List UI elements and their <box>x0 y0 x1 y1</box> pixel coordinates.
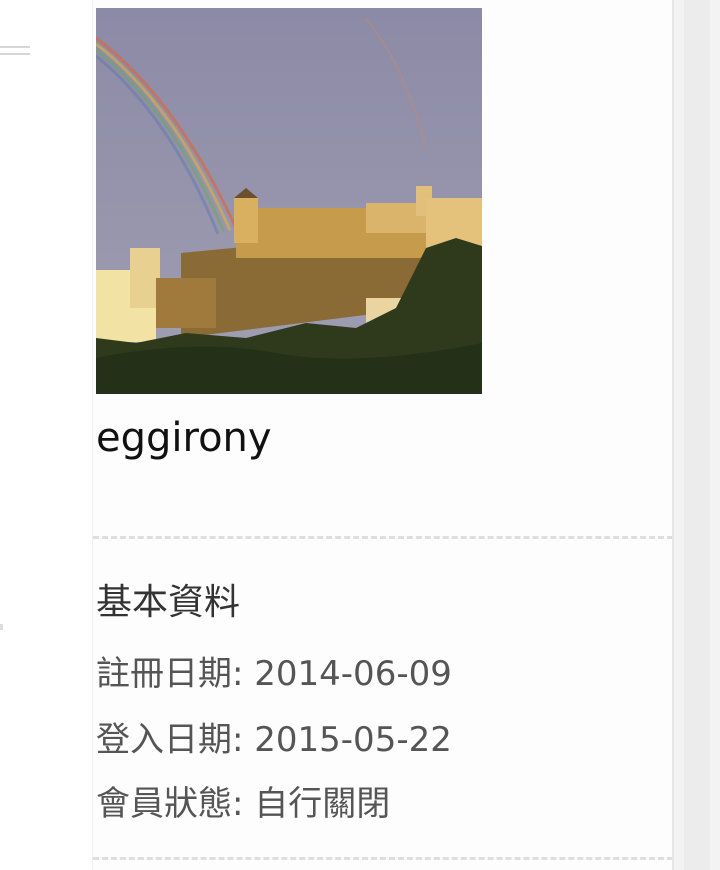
right-gutter <box>672 0 720 870</box>
edge-mark <box>0 624 3 630</box>
info-label: 註冊日期 <box>96 654 232 694</box>
info-row-login-date: 登入日期: 2015-05-22 <box>96 718 452 762</box>
info-row-member-status: 會員狀態: 自行關閉 <box>96 782 390 826</box>
info-separator: : <box>232 720 255 760</box>
info-value: 2014-06-09 <box>254 654 452 694</box>
info-label: 會員狀態 <box>96 784 232 824</box>
username: eggirony <box>96 415 272 461</box>
scrollbar-track[interactable] <box>684 0 710 870</box>
castle-photo-image <box>96 8 482 394</box>
info-separator: : <box>232 654 255 694</box>
info-value: 2015-05-22 <box>254 720 452 760</box>
info-separator: : <box>232 784 255 824</box>
info-label: 登入日期 <box>96 720 232 760</box>
divider <box>93 536 673 539</box>
info-row-register-date: 註冊日期: 2014-06-09 <box>96 652 452 696</box>
profile-avatar <box>96 8 482 394</box>
info-value: 自行關閉 <box>254 784 391 824</box>
divider <box>93 857 673 860</box>
left-sidebar-strip <box>0 0 92 870</box>
profile-panel: eggirony 基本資料 註冊日期: 2014-06-09 登入日期: 201… <box>92 0 673 870</box>
basic-info-title: 基本資料 <box>96 582 241 623</box>
menu-icon[interactable] <box>0 46 30 60</box>
